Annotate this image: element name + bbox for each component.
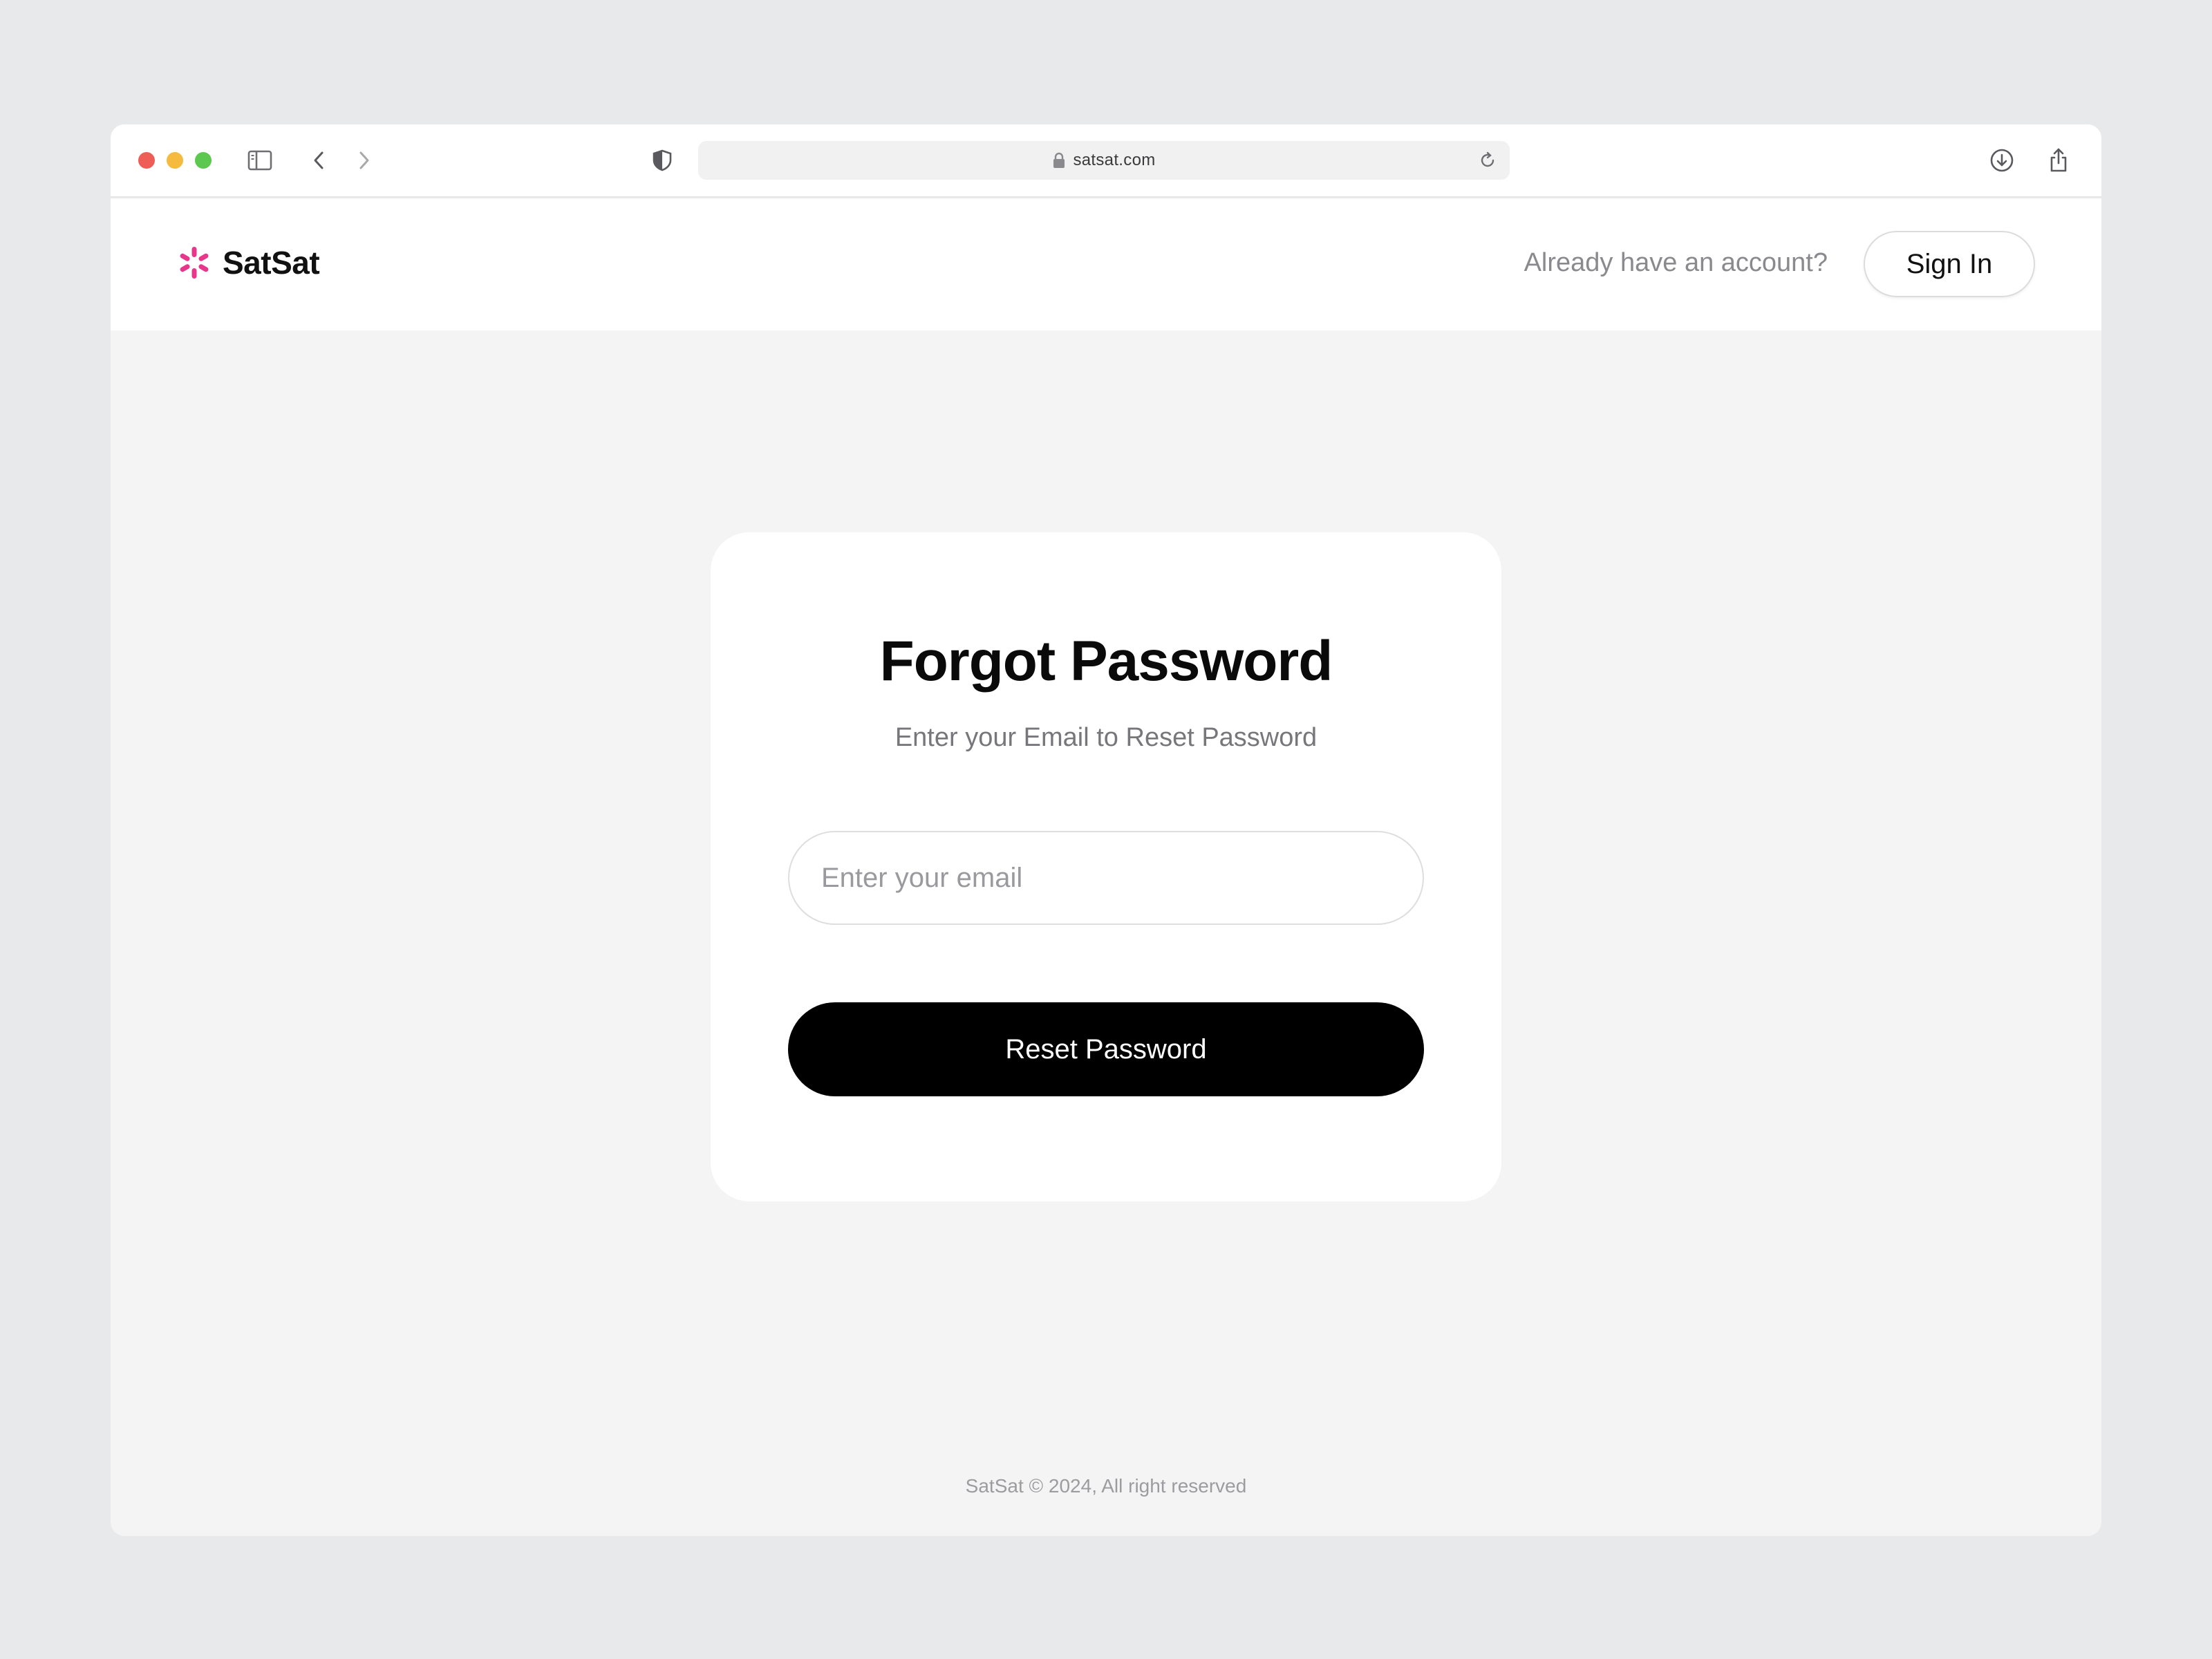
close-window-button[interactable] (138, 152, 155, 169)
sign-in-button[interactable]: Sign In (1864, 231, 2035, 297)
account-prompt: Already have an account? (1524, 248, 1828, 277)
reload-icon[interactable] (1478, 151, 1497, 170)
browser-toolbar: satsat.com (111, 124, 2101, 198)
download-icon[interactable] (1988, 147, 2016, 174)
lock-icon (1052, 152, 1066, 169)
zoom-window-button[interactable] (195, 152, 212, 169)
footer-copyright: SatSat © 2024, All right reserved (965, 1475, 1247, 1497)
address-bar[interactable]: satsat.com (698, 141, 1510, 180)
shield-icon[interactable] (648, 147, 676, 174)
browser-window: satsat.com SatSat Already have an accoun… (111, 124, 2101, 1536)
reset-password-button[interactable]: Reset Password (788, 1002, 1424, 1096)
page-subtitle: Enter your Email to Reset Password (894, 723, 1318, 752)
chevron-right-icon[interactable] (350, 147, 377, 174)
page-title: Forgot Password (879, 630, 1333, 693)
brand-name: SatSat (223, 245, 320, 281)
forgot-password-card: Forgot Password Enter your Email to Rese… (711, 532, 1501, 1201)
minimize-window-button[interactable] (167, 152, 183, 169)
asterisk-logo-icon (177, 245, 212, 280)
email-input[interactable] (788, 831, 1424, 925)
url-text: satsat.com (1073, 151, 1156, 169)
share-icon[interactable] (2045, 147, 2072, 174)
chevron-left-icon[interactable] (306, 147, 333, 174)
site-header: SatSat Already have an account? Sign In (111, 199, 2101, 330)
sidebar-icon[interactable] (246, 147, 274, 174)
brand-logo[interactable]: SatSat (177, 242, 320, 283)
